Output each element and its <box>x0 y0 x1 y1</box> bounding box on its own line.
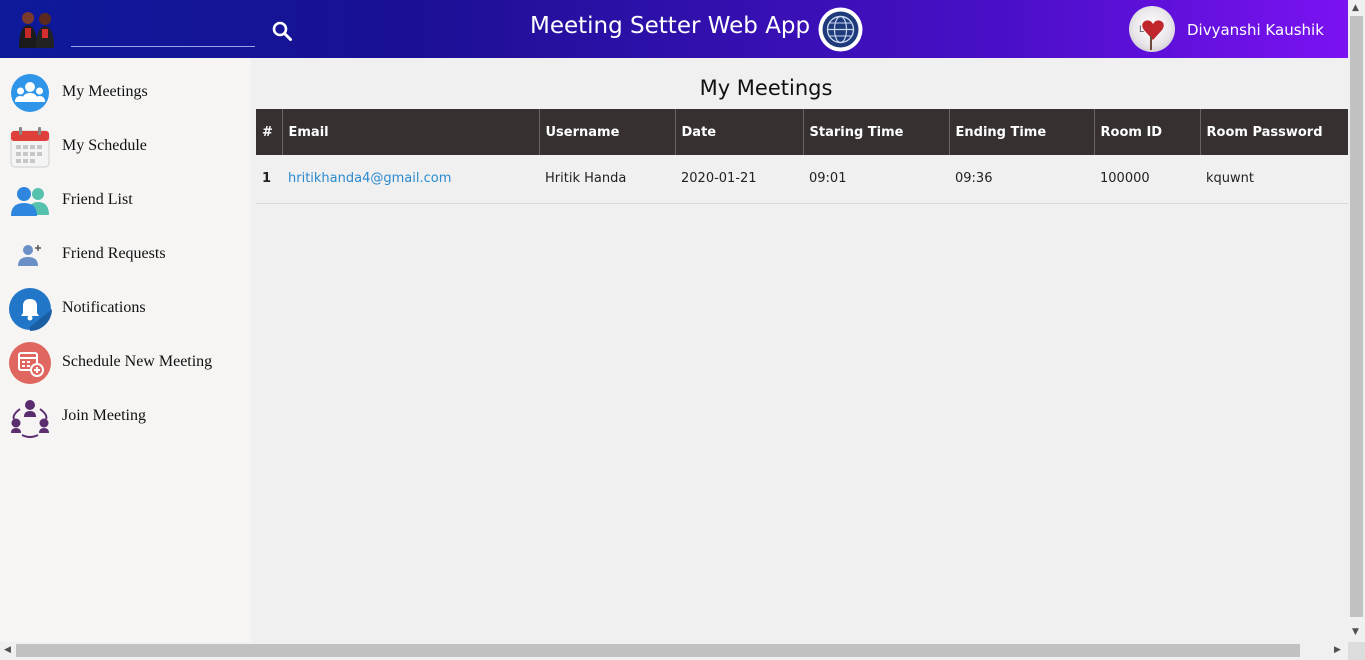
page-title: My Meetings <box>699 76 833 100</box>
column-header-index: # <box>256 109 282 155</box>
sidebar-item-label: Friend Requests <box>62 245 166 262</box>
cell-room-password: kquwnt <box>1200 155 1348 204</box>
cell-date: 2020-01-21 <box>675 155 803 204</box>
cell-room-id: 100000 <box>1094 155 1200 204</box>
search-input[interactable] <box>71 19 255 47</box>
search-icon[interactable] <box>270 19 294 43</box>
column-header-date: Date <box>674 109 803 155</box>
cell-start-time: 09:01 <box>803 155 949 204</box>
friends-icon <box>11 187 49 216</box>
cell-index: 1 <box>256 155 282 204</box>
globe-logo-icon <box>818 7 863 52</box>
email-link[interactable]: hritikhanda4@gmail.com <box>288 171 451 186</box>
user-name[interactable]: Divyanshi Kaushik <box>1187 21 1324 39</box>
scrollbar-corner <box>1348 642 1365 660</box>
scroll-left-arrow-icon[interactable]: ◀ <box>4 645 11 655</box>
sidebar-item-schedule-new-meeting[interactable]: Schedule New Meeting <box>0 336 251 390</box>
join-meeting-icon <box>11 400 49 438</box>
horizontal-scroll-thumb[interactable] <box>16 644 1300 657</box>
sidebar-item-join-meeting[interactable]: Join Meeting <box>0 390 251 444</box>
column-header-room-id: Room ID <box>1093 109 1200 155</box>
column-header-email: Email <box>281 109 539 155</box>
table-row: 1 hritikhanda4@gmail.com Hritik Handa 20… <box>256 155 1348 204</box>
sidebar-item-label: Notifications <box>62 299 146 316</box>
bell-icon <box>9 288 52 331</box>
sidebar-item-notifications[interactable]: Notifications <box>0 282 251 336</box>
app-title: Meeting Setter Web App <box>530 13 811 39</box>
sidebar: My Meetings My Schedule Friend List Frie… <box>0 58 251 642</box>
column-header-starting-time: Staring Time <box>802 109 949 155</box>
add-user-icon <box>18 245 41 266</box>
svg-text:L: L <box>1139 25 1144 35</box>
sidebar-item-my-schedule[interactable]: My Schedule <box>0 120 251 174</box>
calendar-add-icon <box>9 342 51 384</box>
column-header-room-password: Room Password <box>1199 109 1348 155</box>
meetings-table: # Email Username Date Staring Time Endin… <box>256 109 1348 204</box>
horizontal-scrollbar[interactable]: ◀ ▶ <box>0 642 1348 660</box>
column-header-username: Username <box>538 109 675 155</box>
meeting-people-logo-icon[interactable] <box>14 8 58 50</box>
people-group-icon <box>11 74 49 112</box>
sidebar-item-label: Join Meeting <box>62 407 146 424</box>
scroll-up-arrow-icon[interactable]: ▲ <box>1352 3 1359 13</box>
cell-username: Hritik Handa <box>539 155 675 204</box>
calendar-icon <box>10 127 50 168</box>
sidebar-item-label: Friend List <box>62 191 133 208</box>
scroll-right-arrow-icon[interactable]: ▶ <box>1334 645 1341 655</box>
avatar-heart-icon: L <box>1139 20 1164 50</box>
sidebar-item-label: My Schedule <box>62 137 147 154</box>
column-header-ending-time: Ending Time <box>948 109 1094 155</box>
sidebar-item-friend-list[interactable]: Friend List <box>0 174 251 228</box>
sidebar-item-label: Schedule New Meeting <box>62 353 213 370</box>
cell-email: hritikhanda4@gmail.com <box>282 155 539 204</box>
top-navbar: Meeting Setter Web App L Divyanshi Kaush… <box>0 0 1348 58</box>
vertical-scroll-thumb[interactable] <box>1350 16 1363 617</box>
sidebar-item-my-meetings[interactable]: My Meetings <box>0 66 251 120</box>
main-content: My Meetings # Email Username Date Starin… <box>251 58 1348 642</box>
vertical-scrollbar[interactable]: ▲ ▼ <box>1348 0 1365 642</box>
user-avatar[interactable]: L <box>1129 6 1175 52</box>
table-header-row: # Email Username Date Staring Time Endin… <box>256 109 1348 155</box>
sidebar-item-label: My Meetings <box>62 83 148 100</box>
cell-end-time: 09:36 <box>949 155 1094 204</box>
scroll-down-arrow-icon[interactable]: ▼ <box>1352 627 1359 637</box>
sidebar-item-friend-requests[interactable]: Friend Requests <box>0 228 251 282</box>
